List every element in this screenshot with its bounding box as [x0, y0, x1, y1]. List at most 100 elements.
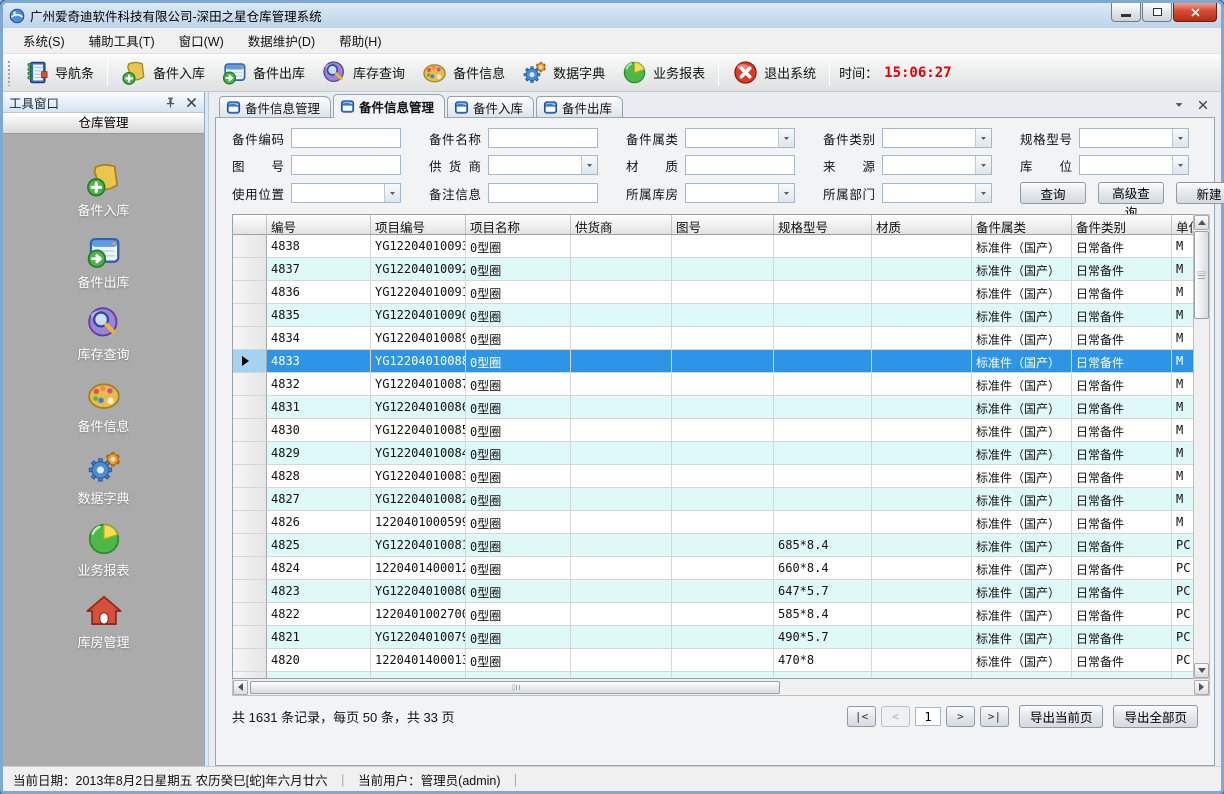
- column-header[interactable]: 项目名称: [466, 215, 571, 234]
- tab-parts-info-manage-2[interactable]: 备件信息管理: [333, 94, 445, 118]
- field-source-select[interactable]: [882, 155, 992, 175]
- row-selector[interactable]: [233, 442, 267, 465]
- field-warehouse-select[interactable]: [685, 183, 795, 203]
- table-row[interactable]: 4828YG122040100830型圈标准件（国产）日常备件M: [233, 465, 1193, 488]
- field-material-input[interactable]: [685, 155, 795, 175]
- table-row[interactable]: 4834YG122040100890型圈标准件（国产）日常备件M: [233, 327, 1193, 350]
- scroll-left-button[interactable]: [233, 680, 248, 695]
- dropdown-button[interactable]: [384, 184, 400, 202]
- page-number-input[interactable]: [915, 707, 941, 726]
- toolbar-parts-info-button[interactable]: 备件信息: [413, 56, 513, 89]
- field-remark-input[interactable]: [488, 183, 598, 203]
- scroll-down-button[interactable]: [1194, 663, 1209, 678]
- sidebar-item-parts-info[interactable]: 备件信息: [44, 376, 164, 435]
- row-selector[interactable]: [233, 304, 267, 327]
- sidebar-item-parts-outbound[interactable]: 备件出库: [44, 232, 164, 291]
- row-selector[interactable]: [233, 534, 267, 557]
- table-row[interactable]: 4836YG122040100910型圈标准件（国产）日常备件M: [233, 281, 1193, 304]
- restore-button[interactable]: [1142, 3, 1172, 22]
- prev-page-button[interactable]: <: [881, 706, 910, 727]
- field-spec-model-select[interactable]: [1079, 128, 1189, 148]
- table-row[interactable]: 482012204014000130型圈470*8标准件（国产）日常备件PC: [233, 649, 1193, 672]
- table-row[interactable]: 4835YG122040100900型圈标准件（国产）日常备件M: [233, 304, 1193, 327]
- row-selector[interactable]: [233, 603, 267, 626]
- horizontal-scrollbar[interactable]: [232, 679, 1210, 696]
- table-row[interactable]: 482212204010027000型圈585*8.4标准件（国产）日常备件PC: [233, 603, 1193, 626]
- export-all-pages-button[interactable]: 导出全部页: [1113, 705, 1198, 728]
- column-header[interactable]: 供货商: [571, 215, 672, 234]
- menu-item-system[interactable]: 系统(S): [11, 27, 77, 54]
- row-selector[interactable]: [233, 580, 267, 603]
- pin-icon[interactable]: [164, 96, 177, 109]
- column-header[interactable]: 规格型号: [774, 215, 872, 234]
- vertical-scroll-thumb[interactable]: [1194, 231, 1209, 319]
- menu-item-help[interactable]: 帮助(H): [327, 27, 393, 54]
- close-button[interactable]: [1173, 3, 1217, 22]
- menu-item-window[interactable]: 窗口(W): [167, 27, 236, 54]
- row-selector[interactable]: [233, 281, 267, 304]
- table-row[interactable]: 4823YG122040100800型圈647*5.7标准件（国产）日常备件PC: [233, 580, 1193, 603]
- row-selector[interactable]: [233, 258, 267, 281]
- dropdown-button[interactable]: [778, 184, 794, 202]
- field-use-position-select[interactable]: [291, 183, 401, 203]
- toolbar-parts-inbound-button[interactable]: 备件入库: [113, 56, 213, 89]
- toolbar-navbar-button[interactable]: 导航条: [15, 56, 102, 89]
- column-header[interactable]: 备件属类: [972, 215, 1072, 234]
- toolbar-stock-query-button[interactable]: 库存查询: [313, 56, 413, 89]
- table-row[interactable]: 4821YG122040100790型圈490*5.7标准件（国产）日常备件PC: [233, 626, 1193, 649]
- row-selector[interactable]: [233, 649, 267, 672]
- sidebar-item-warehouse-manage[interactable]: 库房管理: [44, 592, 164, 651]
- first-page-button[interactable]: |<: [847, 706, 876, 727]
- table-row[interactable]: 4838YG122040100930型圈标准件（国产）日常备件M: [233, 235, 1193, 258]
- field-part-code-input[interactable]: [291, 128, 401, 148]
- menu-item-aux-tools[interactable]: 辅助工具(T): [77, 27, 167, 54]
- dropdown-button[interactable]: [778, 129, 794, 147]
- row-selector[interactable]: [233, 465, 267, 488]
- scroll-up-button[interactable]: [1194, 215, 1209, 230]
- sidebar-item-business-report[interactable]: 业务报表: [44, 520, 164, 579]
- column-header[interactable]: 图号: [672, 215, 774, 234]
- field-department-select[interactable]: [882, 183, 992, 203]
- table-row[interactable]: 4829YG122040100840型圈标准件（国产）日常备件M: [233, 442, 1193, 465]
- toolbar-data-dict-button[interactable]: 数据字典: [513, 56, 613, 89]
- field-part-category-select[interactable]: [685, 128, 795, 148]
- dropdown-button[interactable]: [1172, 156, 1188, 174]
- table-row[interactable]: 4837YG122040100920型圈标准件（国产）日常备件M: [233, 258, 1193, 281]
- row-selector[interactable]: [233, 327, 267, 350]
- close-icon[interactable]: [185, 96, 198, 109]
- table-row[interactable]: 4833YG122040100880型圈标准件（国产）日常备件M: [233, 350, 1193, 373]
- row-selector[interactable]: [233, 488, 267, 511]
- sidebar-item-parts-inbound[interactable]: 备件入库: [44, 160, 164, 219]
- tab-parts-outbound[interactable]: 备件出库: [536, 96, 623, 117]
- dropdown-button[interactable]: [975, 156, 991, 174]
- column-header[interactable]: 编号: [267, 215, 371, 234]
- table-row[interactable]: 4827YG122040100820型圈标准件（国产）日常备件M: [233, 488, 1193, 511]
- new-button[interactable]: 新建: [1176, 182, 1224, 204]
- horizontal-scroll-thumb[interactable]: [250, 681, 780, 694]
- scroll-right-button[interactable]: [1194, 680, 1209, 695]
- next-page-button[interactable]: >: [946, 706, 975, 727]
- advanced-query-button[interactable]: 高级查询: [1098, 182, 1164, 204]
- table-row[interactable]: 482612204010005990型圈标准件（国产）日常备件M: [233, 511, 1193, 534]
- field-part-type-select[interactable]: [882, 128, 992, 148]
- table-row[interactable]: 0型圈标准件（国产）日常备件: [233, 672, 1193, 678]
- menu-item-data-maintain[interactable]: 数据维护(D): [236, 27, 327, 54]
- row-selector[interactable]: [233, 235, 267, 258]
- toolbar-grip[interactable]: [7, 60, 11, 86]
- row-selector[interactable]: [233, 373, 267, 396]
- minimize-button[interactable]: [1111, 3, 1141, 22]
- sidebar-item-stock-query[interactable]: 库存查询: [44, 304, 164, 363]
- field-part-name-input[interactable]: [488, 128, 598, 148]
- sidebar-group-title[interactable]: 仓库管理: [3, 113, 204, 134]
- export-current-page-button[interactable]: 导出当前页: [1019, 705, 1104, 728]
- dropdown-button[interactable]: [975, 129, 991, 147]
- column-header[interactable]: 项目编号: [371, 215, 466, 234]
- row-selector[interactable]: [233, 672, 267, 678]
- tab-parts-info-manage-1[interactable]: 备件信息管理: [219, 96, 331, 117]
- vertical-scrollbar[interactable]: [1193, 214, 1210, 679]
- toolbar-exit-system-button[interactable]: 退出系统: [724, 56, 824, 89]
- field-drawing-no-input[interactable]: [291, 155, 401, 175]
- row-selector[interactable]: [233, 626, 267, 649]
- column-header[interactable]: 材质: [872, 215, 972, 234]
- table-row[interactable]: 4830YG122040100850型圈标准件（国产）日常备件M: [233, 419, 1193, 442]
